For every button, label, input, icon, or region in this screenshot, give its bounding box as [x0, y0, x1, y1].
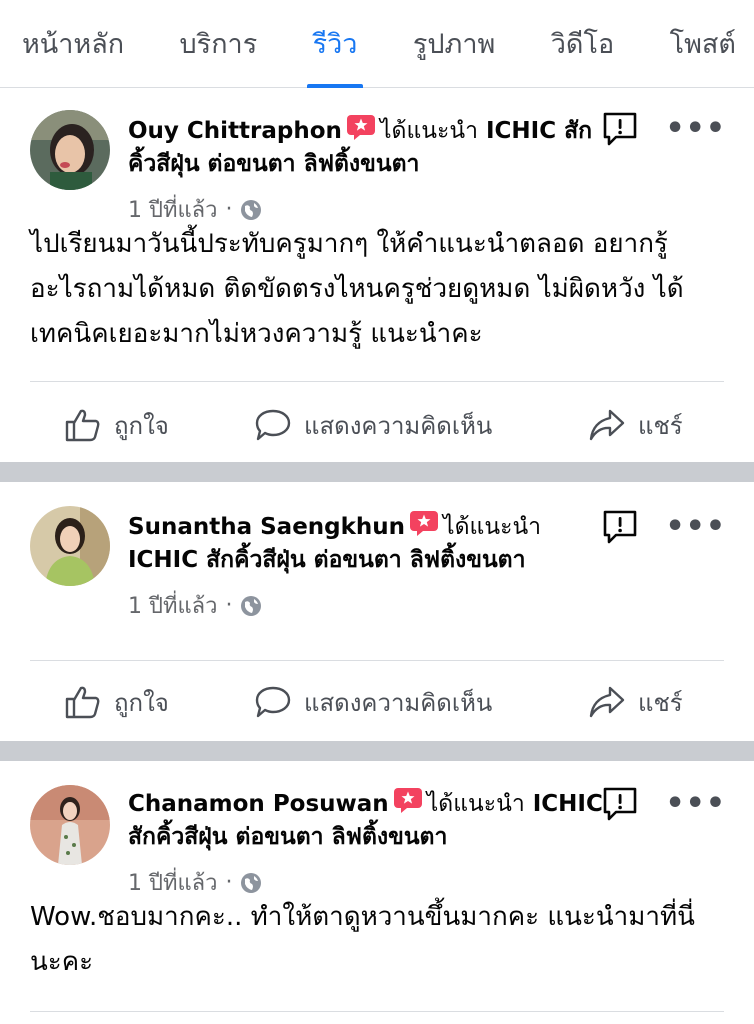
- globe-icon: [241, 872, 262, 893]
- like-button[interactable]: ถูกใจ: [64, 406, 169, 445]
- tab-videos[interactable]: วิดีโอ: [551, 0, 614, 88]
- tab-posts[interactable]: โพสต์: [670, 0, 736, 88]
- recommend-icon: [346, 114, 376, 141]
- like-icon: [65, 686, 100, 719]
- reviewer-name[interactable]: Chanamon Posuwan: [128, 791, 389, 817]
- report-icon[interactable]: [601, 110, 639, 148]
- globe-icon: [241, 199, 262, 220]
- page-name-cont[interactable]: สักคิ้วสีฝุ่น ต่อขนตา ลิฟติ้งขนตา: [128, 824, 447, 850]
- tab-services[interactable]: บริการ: [180, 0, 258, 88]
- card-separator: [0, 741, 754, 761]
- more-options-icon[interactable]: •••: [665, 512, 726, 542]
- comment-button[interactable]: แสดงความคิดเห็น: [254, 683, 492, 722]
- globe-icon: [241, 595, 262, 616]
- review-options: •••: [601, 508, 726, 546]
- report-icon[interactable]: [601, 785, 639, 823]
- like-label: ถูกใจ: [114, 688, 169, 717]
- reviewer-name[interactable]: Sunantha Saengkhun: [128, 514, 405, 540]
- share-button[interactable]: แชร์: [588, 406, 683, 445]
- avatar[interactable]: [30, 785, 110, 865]
- tab-photos[interactable]: รูปภาพ: [413, 0, 495, 88]
- review-time[interactable]: 1 ปีที่แล้ว: [128, 588, 217, 623]
- page-name[interactable]: ICHIC สัก: [486, 118, 592, 144]
- share-label: แชร์: [638, 688, 683, 717]
- divider: [30, 381, 724, 382]
- review-card: Sunantha Saengkhun ได้แนะนำ ICHIC สักคิ้ว…: [0, 482, 754, 741]
- review-options: •••: [601, 110, 726, 148]
- share-button[interactable]: แชร์: [588, 683, 683, 722]
- review-header: Chanamon Posuwan ได้แนะนำ ICHIC สักคิ้วสี…: [128, 787, 628, 854]
- review-meta: 1 ปีที่แล้ว ·: [128, 588, 262, 623]
- review-card: Ouy Chittraphon ได้แนะนำ ICHIC สัก คิ้วสี…: [0, 88, 754, 462]
- more-options-icon[interactable]: •••: [665, 789, 726, 819]
- review-header: Sunantha Saengkhun ได้แนะนำ ICHIC สักคิ้ว…: [128, 510, 628, 577]
- like-icon: [65, 409, 100, 442]
- comment-icon: [255, 409, 291, 441]
- recommends-label: ได้แนะนำ: [426, 791, 525, 817]
- recommend-icon: [393, 787, 423, 814]
- share-label: แชร์: [638, 411, 683, 440]
- like-label: ถูกใจ: [114, 411, 169, 440]
- action-bar: ถูกใจ แสดงความคิดเห็น แชร์: [0, 403, 754, 447]
- avatar[interactable]: [30, 110, 110, 190]
- review-options: •••: [601, 785, 726, 823]
- comment-label: แสดงความคิดเห็น: [304, 411, 493, 440]
- avatar[interactable]: [30, 506, 110, 586]
- like-button[interactable]: ถูกใจ: [64, 683, 169, 722]
- page-tabs: หน้าหลัก บริการ รีวิว รูปภาพ วิดีโอ โพสต…: [0, 0, 754, 88]
- recommends-label: ได้แนะนำ: [379, 118, 478, 144]
- tab-reviews[interactable]: รีวิว: [306, 0, 364, 88]
- tab-home[interactable]: หน้าหลัก: [22, 0, 124, 88]
- page-name-cont[interactable]: คิ้วสีฝุ่น ต่อขนตา ลิฟติ้งขนตา: [128, 151, 419, 177]
- review-text: Wow.ชอบมากคะ.. ทำให้ตาดูหวานขึ้นมากคะ แน…: [30, 902, 695, 977]
- divider: [30, 1011, 724, 1012]
- review-header: Ouy Chittraphon ได้แนะนำ ICHIC สัก คิ้วสี…: [128, 114, 628, 181]
- page-name[interactable]: ICHIC: [533, 791, 603, 817]
- page-name[interactable]: ICHIC สักคิ้วสีฝุ่น ต่อขนตา ลิฟติ้งขนตา: [128, 547, 526, 573]
- recommends-label: ได้แนะนำ: [443, 514, 542, 540]
- action-bar: ถูกใจ แสดงความคิดเห็น แชร์: [0, 680, 754, 724]
- comment-button[interactable]: แสดงความคิดเห็น: [254, 406, 492, 445]
- divider: [30, 660, 724, 661]
- share-icon: [589, 686, 625, 718]
- review-card: Chanamon Posuwan ได้แนะนำ ICHIC สักคิ้วสี…: [0, 761, 754, 1024]
- review-text: ไปเรียนมาวันนี้ประทับครูมากๆ ให้คำแนะนำต…: [30, 229, 684, 349]
- card-separator: [0, 462, 754, 482]
- report-icon[interactable]: [601, 508, 639, 546]
- comment-label: แสดงความคิดเห็น: [304, 688, 493, 717]
- recommend-icon: [409, 510, 439, 537]
- reviewer-name[interactable]: Ouy Chittraphon: [128, 118, 342, 144]
- meta-dot: ·: [225, 870, 233, 895]
- meta-dot: ·: [225, 197, 233, 222]
- share-icon: [589, 409, 625, 441]
- meta-dot: ·: [225, 593, 233, 618]
- comment-icon: [255, 686, 291, 718]
- more-options-icon[interactable]: •••: [665, 114, 726, 144]
